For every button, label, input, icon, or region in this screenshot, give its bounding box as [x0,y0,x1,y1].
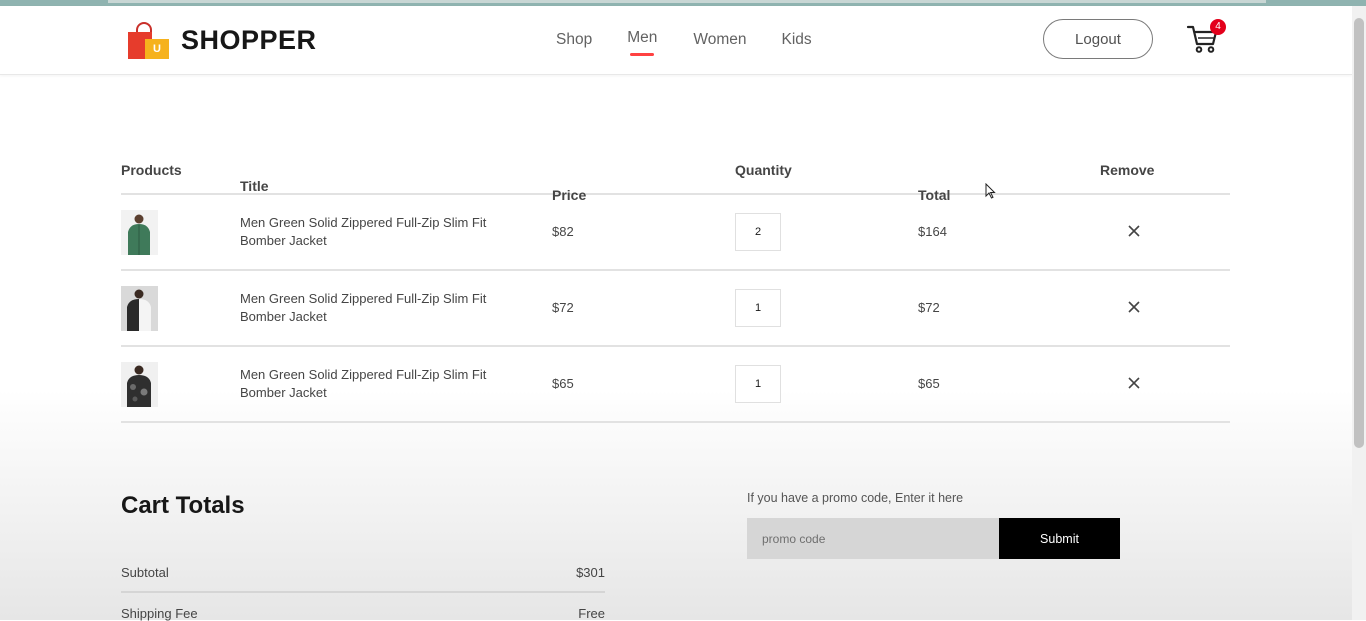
logo[interactable]: U SHOPPER [127,20,317,60]
nav-item-shop[interactable]: Shop [556,31,592,49]
product-price: $72 [552,300,574,315]
table-row: Men Green Solid Zippered Full-Zip Slim F… [121,271,1230,347]
product-total: $65 [918,376,940,391]
header-quantity: Quantity [735,162,792,178]
active-nav-underline [630,53,655,56]
product-title[interactable]: Men Green Solid Zippered Full-Zip Slim F… [240,214,500,250]
nav-item-kids[interactable]: Kids [781,31,811,49]
product-thumbnail[interactable] [121,362,158,407]
table-row: Men Green Solid Zippered Full-Zip Slim F… [121,347,1230,423]
promo-submit-button[interactable]: Submit [999,518,1120,559]
quantity-box[interactable]: 1 [735,289,781,327]
close-icon[interactable] [1126,375,1142,391]
logout-button[interactable]: Logout [1043,19,1153,59]
product-total: $164 [918,224,947,239]
product-title[interactable]: Men Green Solid Zippered Full-Zip Slim F… [240,366,500,402]
browser-top-strip-inner [108,0,1266,3]
subtotal-label: Subtotal [121,565,169,580]
close-icon[interactable] [1126,299,1142,315]
nav-item-women[interactable]: Women [693,31,746,49]
nav-item-shop-label: Shop [556,31,593,48]
cart-totals: Cart Totals Subtotal $301 Shipping Fee F… [121,492,605,621]
promo-box: Submit [747,518,1120,559]
shipping-value: Free [578,606,605,621]
product-thumbnail[interactable] [121,210,158,255]
cart-totals-heading: Cart Totals [121,492,245,519]
mouse-cursor-icon [985,182,997,199]
shopping-bag-icon: U [127,20,171,60]
scrollbar-thumb[interactable] [1354,18,1364,448]
shipping-row: Shipping Fee Free [121,606,605,621]
product-total: $72 [918,300,940,315]
cart-items-table: Products Title Price Quantity Total Remo… [121,158,1230,423]
product-thumbnail[interactable] [121,286,158,331]
bag-yellow: U [145,39,169,59]
nav-item-men[interactable]: Men [627,29,658,56]
cart-count-badge: 4 [1210,19,1226,35]
totals-divider [121,591,605,593]
shipping-label: Shipping Fee [121,606,198,621]
promo-code-input[interactable] [747,518,999,559]
header-products: Products [121,162,182,178]
promo-section: If you have a promo code, Enter it here … [747,491,1120,559]
close-icon[interactable] [1126,223,1142,239]
subtotal-value: $301 [576,565,605,580]
nav-item-kids-label: Kids [781,31,812,48]
product-title[interactable]: Men Green Solid Zippered Full-Zip Slim F… [240,290,500,326]
nav-item-women-label: Women [693,31,747,48]
nav-menu: Shop Men Women Kids [556,29,812,56]
nav-item-men-label: Men [627,29,658,46]
vertical-scrollbar[interactable] [1352,6,1366,620]
header-title: Title [240,178,269,194]
table-header-row: Products Title Price Quantity Total Remo… [121,158,1230,203]
product-price: $65 [552,376,574,391]
quantity-box[interactable]: 2 [735,213,781,251]
brand-name: SHOPPER [181,24,317,55]
subtotal-row: Subtotal $301 [121,565,605,580]
promo-label: If you have a promo code, Enter it here [747,491,964,505]
navbar: U SHOPPER Shop Men Women Kids Logout 4 [0,6,1352,75]
table-row: Men Green Solid Zippered Full-Zip Slim F… [121,195,1230,271]
header-remove: Remove [1100,162,1155,178]
quantity-box[interactable]: 1 [735,365,781,403]
product-price: $82 [552,224,574,239]
